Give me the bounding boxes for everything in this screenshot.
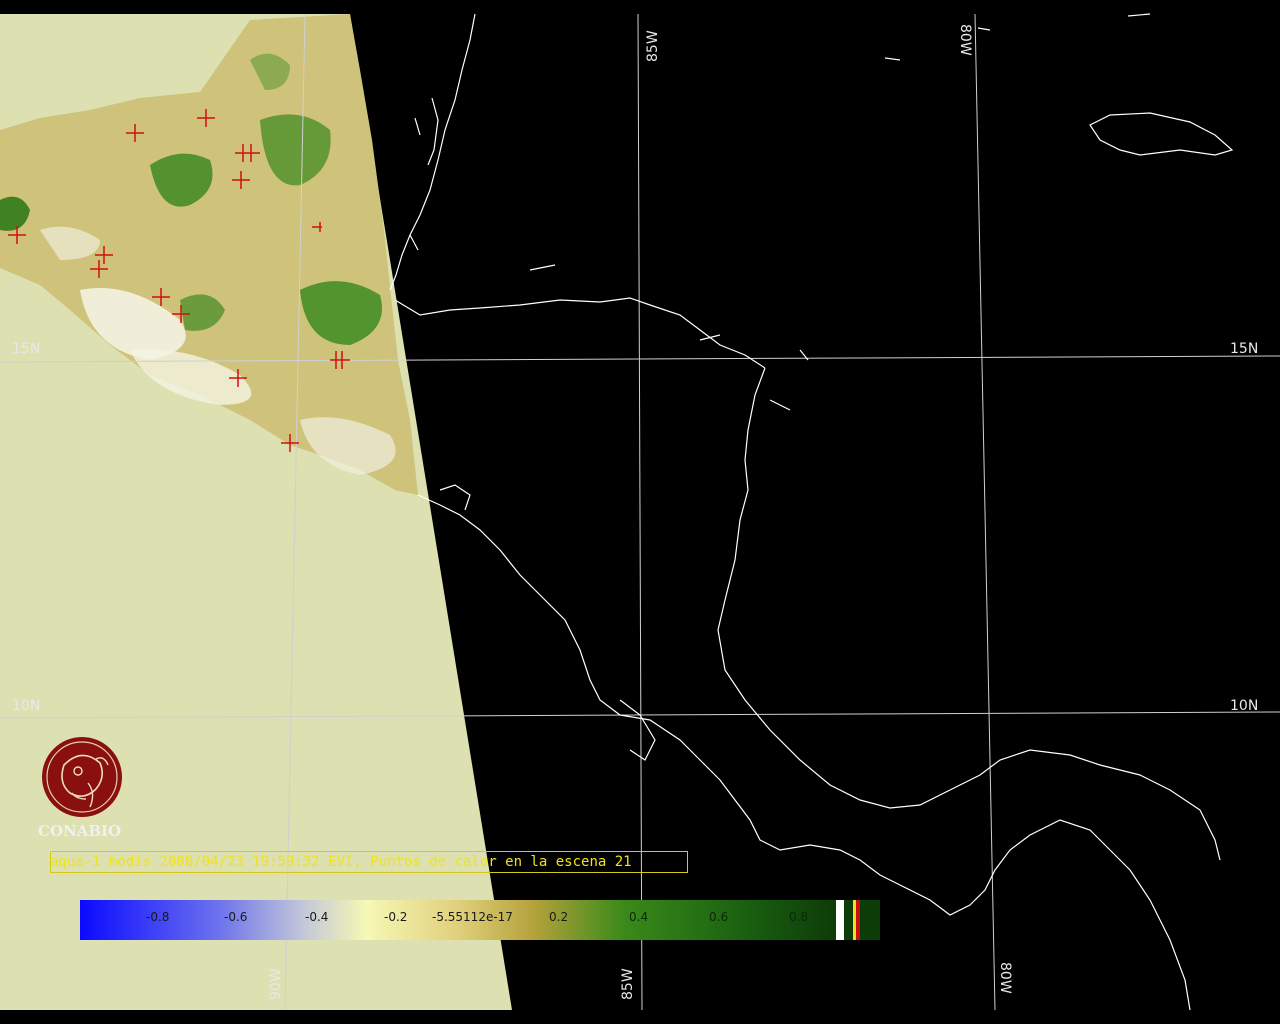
lon-label-80w-bottom: 80W [997, 962, 1013, 994]
lon-label-85w-top: 85W [645, 30, 661, 62]
lat-label-15n-left: 15N [12, 341, 41, 357]
conabio-logo-icon [42, 737, 122, 817]
conabio-logo-text: CONABIO [38, 822, 122, 840]
colorbar-tick: 0.2 [549, 910, 569, 924]
colorbar-white-slot [836, 900, 844, 940]
lon-label-80w-top: 80W [957, 24, 973, 56]
lon-label-85w-bottom: 85W [620, 968, 636, 1000]
colorbar-red-slot [856, 900, 860, 940]
colorbar-tick: -0.4 [305, 910, 329, 924]
colorbar-tick: 0.4 [629, 910, 649, 924]
lon-label-90w-bottom: 90W [268, 968, 284, 1000]
colorbar-tick: -0.2 [384, 910, 408, 924]
colorbar-tick: 0.8 [789, 910, 809, 924]
colorbar-yellow-slot [853, 900, 856, 940]
colorbar-tick: -0.6 [224, 910, 248, 924]
lat-label-10n-left: 10N [12, 698, 41, 714]
colorbar-green-slot [844, 900, 853, 940]
lat-label-10n-right: 10N [1230, 698, 1259, 714]
scene-caption: aqua-1 modis 2008/04/23 19:59:32 EVI, Pu… [50, 854, 632, 870]
colorbar-tick: -5.55112e-17 [432, 910, 513, 924]
colorbar-tick: 0.6 [709, 910, 729, 924]
lat-label-15n-right: 15N [1230, 341, 1259, 357]
colorbar-tick: -0.8 [146, 910, 170, 924]
colorbar-end-slot [860, 900, 880, 940]
